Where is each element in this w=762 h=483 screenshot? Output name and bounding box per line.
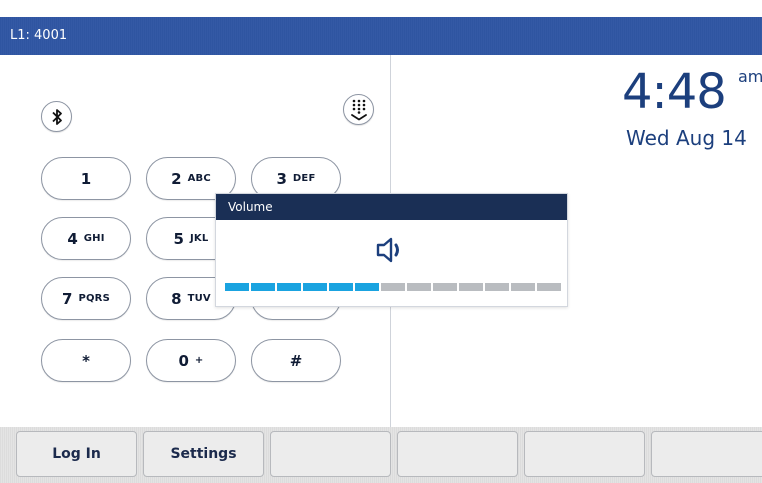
speaker-volume-icon xyxy=(376,237,399,263)
dialpad-key-digit: 1 xyxy=(80,169,92,188)
dialpad-key-digit: * xyxy=(82,351,90,370)
dialpad-key-1[interactable]: 1 xyxy=(41,157,131,200)
volume-level-bar[interactable] xyxy=(225,283,561,291)
volume-segment xyxy=(251,283,275,291)
dialpad-key-letters: PQRS xyxy=(78,293,110,304)
line-label: L1: 4001 xyxy=(10,28,68,43)
softkey-log-in[interactable]: Log In xyxy=(16,431,137,477)
dialpad-key-digit: 8 xyxy=(171,289,182,308)
dialpad-key-digit: 0 xyxy=(178,351,189,370)
volume-segment xyxy=(329,283,353,291)
volume-segment xyxy=(407,283,431,291)
softkey-bar: Log In Settings xyxy=(0,427,762,483)
volume-segment xyxy=(511,283,535,291)
bluetooth-button[interactable] xyxy=(41,101,72,132)
volume-popup: Volume xyxy=(215,193,568,307)
dialpad-key-hash[interactable]: # xyxy=(251,339,341,382)
volume-segment xyxy=(485,283,509,291)
dialpad-key-digit: 5 xyxy=(173,229,184,248)
volume-segment xyxy=(537,283,561,291)
softkey-empty-4[interactable] xyxy=(397,431,518,477)
volume-segment xyxy=(459,283,483,291)
volume-segment xyxy=(355,283,379,291)
dialpad-toggle-button[interactable] xyxy=(343,94,374,125)
volume-segment xyxy=(225,283,249,291)
dialpad-hide-icon xyxy=(350,99,367,120)
dialpad-key-digit: 3 xyxy=(276,169,287,188)
softkey-settings[interactable]: Settings xyxy=(143,431,264,477)
dialpad-key-letters: GHI xyxy=(83,233,105,244)
volume-segment xyxy=(277,283,301,291)
dialpad-key-digit: # xyxy=(289,351,303,370)
volume-segment xyxy=(433,283,457,291)
dialpad-key-0[interactable]: 0 + xyxy=(146,339,236,382)
volume-segment xyxy=(303,283,327,291)
dialpad-key-letters: JKL xyxy=(189,233,209,244)
dialpad-key-digit: 4 xyxy=(67,229,78,248)
bluetooth-icon xyxy=(51,108,62,125)
softkey-empty-3[interactable] xyxy=(270,431,391,477)
clock-date: Wed Aug 14 xyxy=(626,126,747,150)
dialpad-key-4[interactable]: 4 GHI xyxy=(41,217,131,260)
softkey-empty-5[interactable] xyxy=(524,431,645,477)
volume-segment xyxy=(381,283,405,291)
line-status-bar: L1: 4001 xyxy=(0,17,762,55)
dialpad-key-letters: + xyxy=(194,355,204,366)
softkey-label: Log In xyxy=(52,446,101,462)
softkey-empty-6[interactable] xyxy=(651,431,762,477)
dialpad-key-digit: 2 xyxy=(171,169,182,188)
dialpad-key-letters: TUV xyxy=(187,293,211,304)
dialpad-key-7[interactable]: 7 PQRS xyxy=(41,277,131,320)
softkey-label: Settings xyxy=(170,446,237,462)
dialpad-key-letters: DEF xyxy=(292,173,316,184)
dialpad-key-digit: 7 xyxy=(62,289,73,308)
dialpad-key-star[interactable]: * xyxy=(41,339,131,382)
top-strip xyxy=(0,0,762,17)
clock-time: 4:48 xyxy=(622,64,727,120)
volume-popup-title: Volume xyxy=(216,194,567,220)
dialpad-key-letters: ABC xyxy=(187,173,211,184)
clock-ampm: am xyxy=(738,67,762,86)
